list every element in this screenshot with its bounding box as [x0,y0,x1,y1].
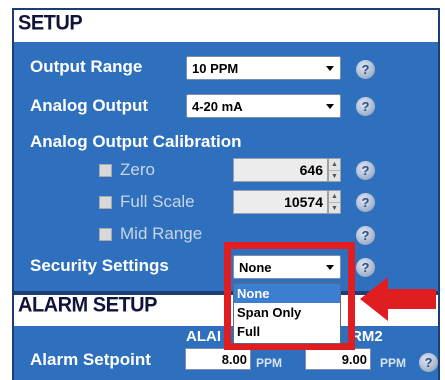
security-dropdown-list: None Span Only Full [233,283,341,344]
help-icon[interactable]: ? [356,193,375,212]
dropdown-option-span-only[interactable]: Span Only [234,303,340,322]
dropdown-option-none[interactable]: None [234,284,340,303]
spinner-icon[interactable]: ▲ ▼ [328,190,341,214]
output-range-select[interactable]: 10 PPM [186,56,341,80]
security-settings-select[interactable]: None [233,255,341,279]
alarm-setup-title: ALARM SETUP [18,293,157,317]
security-settings-label: Security Settings [30,256,169,275]
help-icon[interactable]: ? [356,226,375,245]
mid-range-label: Mid Range [120,224,203,243]
alarm2-unit: PPM [380,356,407,370]
security-settings-value: None [239,259,272,275]
zero-field[interactable]: 646 [233,158,328,182]
spin-up-icon[interactable]: ▲ [329,159,340,171]
analog-output-select[interactable]: 4-20 mA [186,94,341,118]
full-scale-field[interactable]: 10574 [233,190,328,214]
help-icon[interactable]: ? [356,60,375,79]
alarm-setpoint-label: Alarm Setpoint [30,350,151,369]
help-icon[interactable]: ? [419,353,438,372]
alarm1-unit: PPM [256,356,283,370]
dropdown-arrow-icon [326,104,334,109]
spin-up-icon[interactable]: ▲ [329,191,340,203]
zero-checkbox[interactable] [99,164,112,177]
analog-output-label: Analog Output [30,96,149,115]
help-icon[interactable]: ? [356,97,375,116]
alarm1-setpoint-field[interactable]: 8.00 [185,348,251,370]
alarm2-header: RM2 [351,328,383,345]
full-scale-label: Full Scale [120,192,195,211]
analog-output-value: 4-20 mA [192,98,243,114]
red-arrow-icon [360,277,436,321]
calibration-label: Analog Output Calibration [30,132,242,151]
zero-label: Zero [120,160,155,179]
help-icon[interactable]: ? [356,161,375,180]
spin-down-icon[interactable]: ▼ [329,171,340,182]
output-range-label: Output Range [30,57,143,76]
alarm1-header: ALAI [186,328,221,345]
dropdown-arrow-icon [326,265,334,270]
dropdown-option-full[interactable]: Full [234,322,340,341]
mid-range-checkbox[interactable] [99,228,112,241]
full-scale-checkbox[interactable] [99,196,112,209]
dropdown-arrow-icon [326,66,334,71]
spinner-icon[interactable]: ▲ ▼ [328,158,341,182]
output-range-value: 10 PPM [192,60,239,76]
setup-title: SETUP [18,11,83,35]
alarm2-setpoint-field[interactable]: 9.00 [305,348,371,370]
spin-down-icon[interactable]: ▼ [329,203,340,214]
